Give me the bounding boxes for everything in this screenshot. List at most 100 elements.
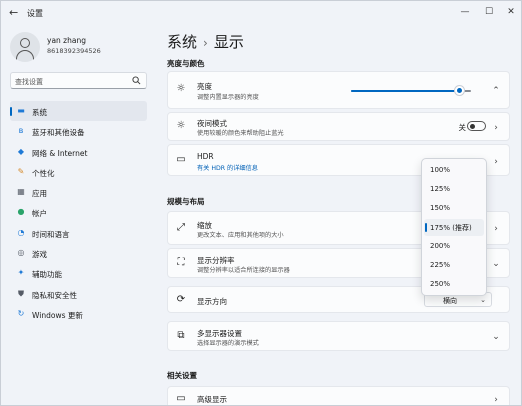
sidebar-item-label: 网络 & Internet <box>32 148 88 158</box>
orientation-value: 横向 <box>443 297 457 305</box>
sidebar-item[interactable]: ʙ 蓝牙和其他设备 <box>10 121 147 141</box>
section-title-brightness-color: 亮度与颜色 <box>167 59 205 68</box>
sidebar-item-label: 系统 <box>32 108 47 117</box>
sidebar-item-label: 时间和语言 <box>32 229 70 239</box>
sidebar-item[interactable]: ◔ 时间和语言 <box>10 223 147 243</box>
update-icon: ↻ <box>17 308 25 318</box>
sidebar-item[interactable]: ✦ 辅助功能 <box>10 263 147 283</box>
chevron-right-icon[interactable]: › <box>492 225 500 234</box>
scale-dropdown: 100% 125% 150% 175% (推荐) 200% 225% 250% <box>421 158 487 296</box>
night-light-toggle-label: 关 <box>458 123 467 132</box>
sidebar-item-label: 游戏 <box>32 250 47 260</box>
sidebar-item-label: Windows 更新 <box>32 310 83 320</box>
scale-option-label: 250% <box>430 280 451 288</box>
scale-option[interactable]: 200% <box>424 238 484 255</box>
scale-icon: ⤢ <box>177 222 185 233</box>
multi-display-card[interactable]: ⧉ 多显示器设置 选择显示器的演示模式 ⌄ <box>167 321 510 351</box>
scale-option[interactable]: 175% (推荐) <box>424 219 484 236</box>
sidebar-item-label: 应用 <box>32 189 47 199</box>
settings-window: ← 设置 — ☐ ✕ yan zhang 8618392394526 查找设置 … <box>0 0 522 406</box>
minimize-icon[interactable]: — <box>457 5 473 19</box>
breadcrumb-separator: › <box>203 36 208 50</box>
account-icon: ● <box>17 207 25 217</box>
scale-option-label: 225% <box>430 261 451 269</box>
hdr-title: HDR <box>197 152 214 161</box>
brightness-slider-fill <box>351 90 459 92</box>
sidebar-item[interactable]: ↻ Windows 更新 <box>10 304 147 324</box>
brightness-card: ☼ 亮度 调整内置显示器的亮度 ⌃ <box>167 71 510 109</box>
sidebar-item-label: 辅助功能 <box>32 270 62 280</box>
night-light-toggle[interactable] <box>467 121 486 131</box>
hdr-link[interactable]: 有关 HDR 的详细信息 <box>197 163 258 172</box>
chevron-down-icon[interactable]: ⌄ <box>492 260 500 269</box>
globe-clock-icon: ◔ <box>17 227 25 237</box>
sidebar-item[interactable]: ✎ 个性化 <box>10 162 147 182</box>
scale-option-label: 100% <box>430 166 451 174</box>
sidebar-item[interactable]: ⛊ 隐私和安全性 <box>10 284 147 304</box>
close-icon[interactable]: ✕ <box>503 5 519 19</box>
chevron-down-icon: ⌄ <box>480 296 486 304</box>
user-name: yan zhang <box>47 36 86 45</box>
scale-option[interactable]: 125% <box>424 181 484 198</box>
sidebar-item[interactable]: ● 帐户 <box>10 202 147 222</box>
brightness-slider-thumb[interactable] <box>454 86 464 95</box>
breadcrumb: 系统 › 显示 <box>167 31 244 52</box>
wifi-icon: ◆ <box>17 146 25 156</box>
scale-option-label: 175% (推荐) <box>430 224 472 232</box>
brightness-subtitle: 调整内置显示器的亮度 <box>197 94 259 101</box>
chevron-right-icon[interactable]: › <box>492 124 500 133</box>
night-light-card[interactable]: ☼ 夜间模式 使用较暖的颜色来帮助阻止蓝光 关 › <box>167 112 510 141</box>
scale-option[interactable]: 250% <box>424 276 484 293</box>
window-title: 设置 <box>27 9 43 18</box>
chevron-right-icon[interactable]: › <box>492 158 500 167</box>
resolution-icon: ⛶ <box>177 257 185 268</box>
person-icon <box>20 38 30 48</box>
night-light-icon: ☼ <box>176 120 186 131</box>
search-input[interactable]: 查找设置 <box>10 72 147 89</box>
sidebar-item-label: 个性化 <box>32 168 55 178</box>
chevron-right-icon[interactable]: › <box>492 396 500 405</box>
maximize-icon[interactable]: ☐ <box>481 5 497 19</box>
brush-icon: ✎ <box>17 166 25 176</box>
scale-option[interactable]: 150% <box>424 200 484 217</box>
scale-option[interactable]: 100% <box>424 162 484 179</box>
sidebar-item-label: 隐私和安全性 <box>32 290 77 300</box>
advanced-display-card[interactable]: ▭ 高级显示 › <box>167 386 510 405</box>
monitor-icon: ▭ <box>176 393 186 404</box>
scale-option-label: 150% <box>430 204 451 212</box>
system-display-icon: ▬ <box>17 106 25 115</box>
chevron-up-icon[interactable]: ⌃ <box>492 87 500 96</box>
sidebar-nav: ▬ 系统 ʙ 蓝牙和其他设备 ◆ 网络 & Internet ✎ 个性化 ▦ 应用 ● 帐户 ◔ 时间和语… <box>10 101 147 324</box>
sidebar-item[interactable]: ▦ 应用 <box>10 182 147 202</box>
scale-subtitle: 更改文本、应用和其他项的大小 <box>197 232 284 239</box>
sun-icon: ☼ <box>176 83 186 94</box>
sidebar-item[interactable]: ◎ 游戏 <box>10 243 147 263</box>
scale-option[interactable]: 225% <box>424 257 484 274</box>
user-account: 8618392394526 <box>47 47 101 55</box>
apps-icon: ▦ <box>17 187 25 197</box>
sidebar-item[interactable]: ◆ 网络 & Internet <box>10 142 147 162</box>
section-title-related: 相关设置 <box>167 371 197 380</box>
scale-option-label: 125% <box>430 185 451 193</box>
avatar[interactable] <box>10 32 40 62</box>
chevron-down-icon[interactable]: ⌄ <box>492 333 500 342</box>
advanced-display-title: 高级显示 <box>197 395 227 404</box>
accessibility-icon: ✦ <box>17 268 25 278</box>
hdr-icon: ▭ <box>176 154 186 165</box>
scale-option-label: 200% <box>430 242 451 250</box>
shield-icon: ⛊ <box>18 288 24 298</box>
brightness-slider[interactable] <box>351 86 471 95</box>
sidebar-item-label: 蓝牙和其他设备 <box>32 128 85 138</box>
resolution-subtitle: 调整分辨率以适合所连接的显示器 <box>197 267 290 274</box>
search-placeholder: 查找设置 <box>15 78 43 86</box>
page-title: 显示 <box>213 33 244 51</box>
sidebar-item[interactable]: ▬ 系统 <box>10 101 147 122</box>
breadcrumb-parent[interactable]: 系统 <box>167 33 197 51</box>
night-light-subtitle: 使用较暖的颜色来帮助阻止蓝光 <box>197 130 284 137</box>
back-arrow-icon[interactable]: ← <box>9 7 21 19</box>
multi-display-subtitle: 选择显示器的演示模式 <box>197 340 259 347</box>
orientation-title: 显示方向 <box>197 297 227 306</box>
bluetooth-icon: ʙ <box>18 126 24 136</box>
orientation-icon: ⟳ <box>176 294 186 305</box>
title-bar: ← 设置 — ☐ ✕ <box>1 1 521 25</box>
